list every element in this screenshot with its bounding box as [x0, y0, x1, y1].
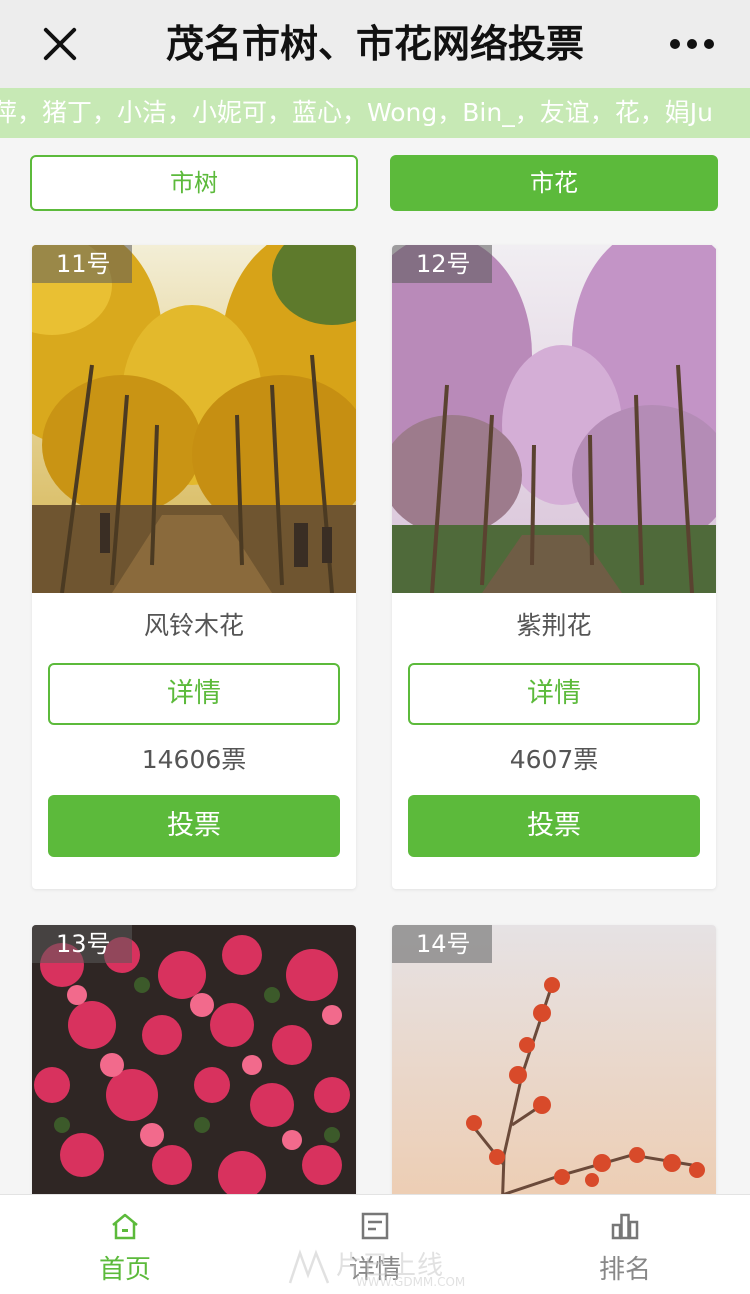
page: 茂名市树、市花网络投票 萍，猪丁，小洁，小妮可，蓝心，Wong，Bin_，友谊，…: [0, 0, 750, 1294]
tab-ranking[interactable]: 排名: [500, 1195, 750, 1294]
candidate-name: 紫荆花: [516, 611, 592, 640]
ranking-icon: [611, 1213, 639, 1240]
more-dots-icon[interactable]: [670, 36, 714, 52]
vote-button[interactable]: 投票: [408, 795, 700, 857]
candidate-card: 12号 紫荆花 详情 4607票 投票: [392, 245, 716, 889]
detail-button[interactable]: 详情: [48, 663, 340, 725]
top-bar: 茂名市树、市花网络投票: [0, 0, 750, 88]
home-icon: [112, 1213, 138, 1240]
tab-home[interactable]: 首页: [0, 1195, 250, 1294]
candidate-card: 11号 风铃木花 详情 14606票 投票: [32, 245, 356, 889]
tab-city-flower[interactable]: 市花: [390, 155, 718, 211]
vote-count: 14606票: [141, 745, 247, 774]
vote-count: 4607票: [509, 745, 599, 774]
tab-detail[interactable]: 详情: [250, 1195, 500, 1294]
detail-button[interactable]: 详情: [408, 663, 700, 725]
voter-marquee: 萍，猪丁，小洁，小妮可，蓝心，Wong，Bin_，友谊，花，娟Ju: [0, 88, 750, 138]
candidate-number-badge: 12号: [392, 245, 492, 283]
vote-button[interactable]: 投票: [48, 795, 340, 857]
tab-label: 详情: [348, 1255, 401, 1285]
tab-label: 首页: [98, 1255, 151, 1285]
candidate-number-badge: 13号: [32, 925, 132, 963]
tab-city-tree[interactable]: 市树: [30, 155, 358, 211]
candidate-number-badge: 11号: [32, 245, 132, 283]
marquee-text: 萍，猪丁，小洁，小妮可，蓝心，Wong，Bin_，友谊，花，娟Ju: [0, 98, 713, 127]
bottom-tab-bar: 首页 详情 排名: [0, 1194, 750, 1294]
candidate-name: 风铃木花: [143, 611, 244, 640]
candidate-photo[interactable]: 12号: [392, 245, 716, 593]
page-title: 茂名市树、市花网络投票: [165, 22, 584, 66]
candidate-number-badge: 14号: [392, 925, 492, 963]
close-icon[interactable]: [36, 20, 84, 68]
document-icon: [361, 1212, 389, 1240]
candidate-photo[interactable]: 11号: [32, 245, 356, 593]
tab-label: 排名: [598, 1255, 651, 1285]
